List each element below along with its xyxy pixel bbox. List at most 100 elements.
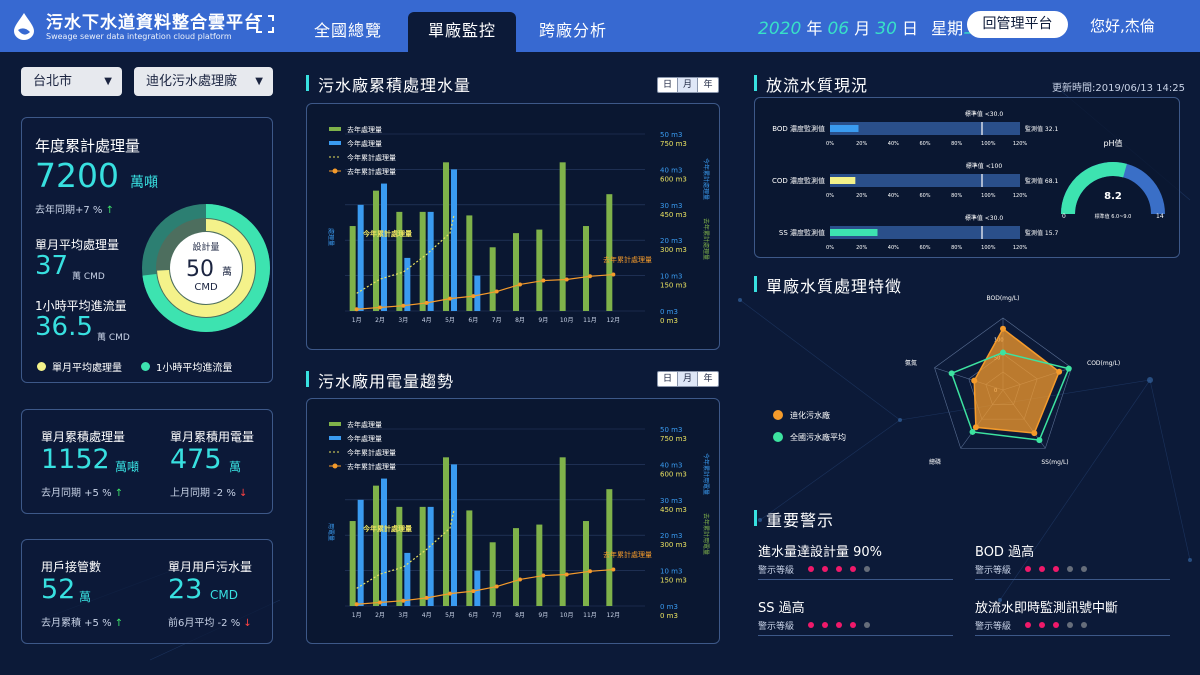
right-axis-title-2: 去年累計處理量 xyxy=(702,218,710,260)
bar-last-year xyxy=(489,247,496,311)
measured-label: 監測值 32.1 xyxy=(1025,125,1058,133)
tick-label: 60% xyxy=(919,141,930,147)
radar-point xyxy=(1065,365,1072,372)
alert-title[interactable]: 放流水即時監測訊號中斷 xyxy=(975,597,1118,616)
right-axis-tick: 450 m3 xyxy=(660,506,687,514)
bar-last-year xyxy=(419,506,426,606)
quality-bars: 標準值 <30.0 BOD 濃度監測值 監測值 32.1 0% 20% 40% 60% 80%… xyxy=(772,110,1165,251)
bar-this-year xyxy=(427,506,434,606)
measured-label: 監測值 68.1 xyxy=(1025,177,1058,185)
tab-national-overview[interactable]: 全國總覽 xyxy=(294,12,402,52)
toggle-day[interactable]: 日 xyxy=(658,372,678,386)
line-last-year-cumulative xyxy=(356,568,614,605)
monthly-summary-card: 單月累積處理量 1152 萬噸 去月同期 +5 % ↑ 單月累積用電量 475 … xyxy=(21,409,273,514)
power-period-toggle[interactable]: 日 月 年 xyxy=(657,371,719,387)
right-axis-tick: 600 m3 xyxy=(660,175,687,183)
std-label: 標準值 <100 xyxy=(966,162,1003,170)
bar-last-year xyxy=(536,229,543,311)
quality-panel: 標準值 <30.0 BOD 濃度監測值 監測值 32.1 0% 20% 40% 60% 80%… xyxy=(754,97,1180,258)
x-tick-label: 12月 xyxy=(607,612,621,619)
bar-last-year xyxy=(396,211,403,311)
users-usage-unit: CMD xyxy=(210,588,238,602)
point-last-year-cumulative xyxy=(354,307,359,312)
bar-this-year xyxy=(451,464,457,606)
point-last-year-cumulative xyxy=(564,277,569,282)
fullscreen-icon[interactable] xyxy=(256,15,274,33)
alert-level-label: 警示等級 xyxy=(975,622,1012,632)
tab-cross-plant-analysis[interactable]: 跨廠分析 xyxy=(519,12,627,52)
alert-title[interactable]: SS 過高 xyxy=(758,597,805,616)
right-axis-tick: 10 m3 xyxy=(660,273,682,281)
tab-single-plant-monitor[interactable]: 單廠監控 xyxy=(408,12,517,52)
x-tick-label: 10月 xyxy=(560,612,574,619)
monthly-power-label: 單月累積用電量 xyxy=(170,430,255,444)
legend-label: 今年累計處理量 xyxy=(347,153,396,162)
toggle-month[interactable]: 月 xyxy=(678,372,698,386)
monthly-power-cmp: 上月同期 -2 % ↓ xyxy=(170,488,248,499)
monthly-power-value: 475 xyxy=(170,444,222,475)
chevron-down-icon: ▼ xyxy=(104,76,112,87)
annual-title: 年度累計處理量 xyxy=(35,137,141,155)
toggle-month[interactable]: 月 xyxy=(678,78,698,92)
alert-level-label: 警示等級 xyxy=(758,622,795,632)
point-last-year-cumulative xyxy=(354,602,359,607)
point-last-year-cumulative xyxy=(518,577,522,582)
hourly-value: 36.5 xyxy=(35,312,93,342)
right-axis-tick: 20 m3 xyxy=(660,237,682,245)
toggle-year[interactable]: 年 xyxy=(698,78,718,92)
level-dot xyxy=(1067,566,1073,572)
x-tick-label: 1月 xyxy=(352,612,362,619)
tick-label: 0% xyxy=(826,245,834,251)
level-dot xyxy=(808,622,814,628)
city-select[interactable]: 台北市 ▼ xyxy=(21,67,122,96)
point-last-year-cumulative xyxy=(424,300,429,305)
tick-label: 0% xyxy=(826,193,834,199)
monthly-treat-value: 1152 xyxy=(41,444,110,475)
alert-level-dots xyxy=(1025,566,1087,572)
x-tick-label: 2月 xyxy=(375,612,385,619)
monthly-treat-unit: 萬噸 xyxy=(115,460,140,474)
power-usage-chart: 去年處理量今年處理量今年累計處理量去年累計處理量1月 2月 3月 4月 5月 6月 7月 8月… xyxy=(327,420,710,620)
alert-title[interactable]: 進水量達設計量 90% xyxy=(758,541,882,560)
point-last-year-cumulative xyxy=(378,305,382,310)
legend-swatch xyxy=(329,422,341,426)
tick-label: 20% xyxy=(856,141,867,147)
legend-label: 去年處理量 xyxy=(347,125,382,134)
user-greeting[interactable]: 您好,杰倫 xyxy=(1090,15,1155,36)
radar-axis-label: COD(mg/L) xyxy=(1087,360,1120,367)
radar-point xyxy=(948,370,955,377)
bar-last-year xyxy=(373,485,379,606)
radar-legend-dot xyxy=(773,410,783,420)
back-to-admin-button[interactable]: 回管理平台 xyxy=(967,11,1068,38)
quality-bar-label: COD 濃度監測值 xyxy=(772,176,825,185)
water-period-toggle[interactable]: 日 月 年 xyxy=(657,77,719,93)
alert-level-label: 警示等級 xyxy=(975,566,1012,576)
ph-title: pH值 xyxy=(1103,138,1122,148)
std-label: 標準值 <30.0 xyxy=(965,110,1003,118)
level-dot xyxy=(1039,622,1045,628)
level-dot xyxy=(1025,566,1031,572)
toggle-year[interactable]: 年 xyxy=(698,372,718,386)
x-tick-label: 12月 xyxy=(607,317,621,324)
quality-title: 放流水質現況 xyxy=(753,72,868,96)
alert-level-dots xyxy=(808,566,870,572)
right-axis-tick: 20 m3 xyxy=(660,532,682,540)
tick-label: 0% xyxy=(826,141,834,147)
quality-bar-track xyxy=(830,174,1020,187)
radar-point xyxy=(1000,325,1006,332)
point-last-year-cumulative xyxy=(471,589,476,594)
level-dot xyxy=(808,566,814,572)
alert-title[interactable]: BOD 過高 xyxy=(975,541,1034,560)
arrow-up-icon: ↑ xyxy=(114,618,124,629)
right-axis-tick: 750 m3 xyxy=(660,435,687,443)
tick-label: 80% xyxy=(951,141,962,147)
bar-this-year xyxy=(474,275,481,311)
plant-select[interactable]: 迪化污水處理廠 ▼ xyxy=(134,67,273,96)
toggle-day[interactable]: 日 xyxy=(658,78,678,92)
right-axis-tick: 750 m3 xyxy=(660,140,687,148)
point-last-year-cumulative xyxy=(494,289,499,294)
point-last-year-cumulative xyxy=(448,591,452,596)
tick-label: 20% xyxy=(856,193,867,199)
legend-hourly-avg: 1小時平均進流量 xyxy=(141,359,232,374)
radar-axis-label: SS(mg/L) xyxy=(1041,459,1068,466)
